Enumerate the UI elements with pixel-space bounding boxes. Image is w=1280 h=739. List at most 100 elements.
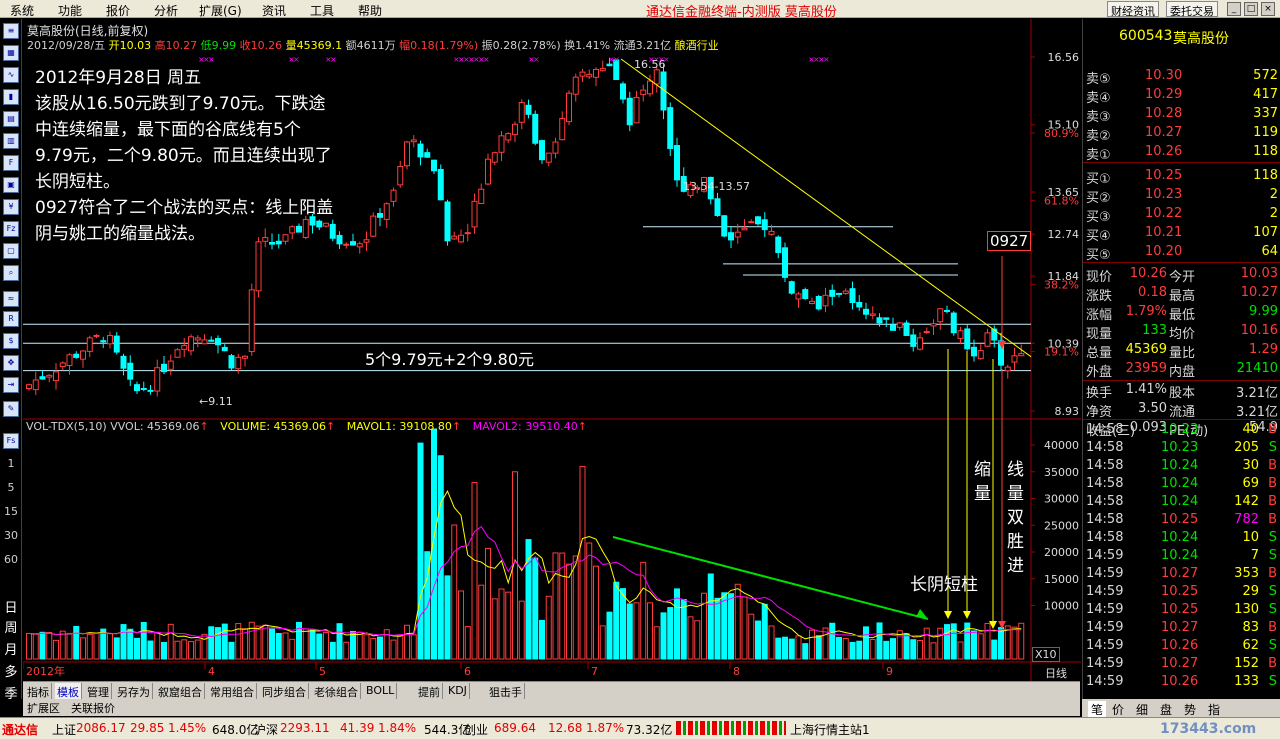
period-month[interactable]: 月: [1, 639, 21, 658]
candle-body: [120, 355, 127, 369]
finance-news-button[interactable]: 财经资讯: [1107, 1, 1159, 18]
period-quarter[interactable]: 季: [1, 683, 21, 702]
maximize-icon[interactable]: □: [1244, 2, 1258, 16]
volume-bar: [991, 639, 998, 660]
tab-7[interactable]: 老徐组合: [312, 683, 361, 699]
candle-body: [586, 73, 593, 78]
period-30min[interactable]: 30: [1, 529, 21, 542]
price-axis-label: 16.56: [1048, 51, 1080, 64]
quote-list-icon[interactable]: ≡: [3, 23, 19, 39]
trend-icon[interactable]: ∿: [3, 67, 19, 83]
wave-icon[interactable]: ≈: [3, 291, 19, 307]
period-1min[interactable]: 1: [1, 457, 21, 470]
dollar-icon[interactable]: $: [3, 333, 19, 349]
mavol1-value: MAVOL1: 39108.80: [346, 420, 452, 433]
menu-system[interactable]: 系统: [10, 2, 34, 19]
tick-direction: B: [1268, 458, 1277, 473]
fiz-icon[interactable]: Fz: [3, 221, 19, 237]
tab-10[interactable]: KDJ: [446, 683, 470, 699]
candle-body: [815, 295, 822, 310]
tab-11[interactable]: 狙击手: [487, 683, 525, 699]
fio-icon[interactable]: F: [3, 155, 19, 171]
buy-level-5[interactable]: 买⑤ 10.20 64: [1083, 243, 1280, 263]
tab-4[interactable]: 叙窟组合: [156, 683, 205, 699]
volume-bar: [59, 630, 66, 660]
candle-body: [208, 339, 215, 342]
menu-quote[interactable]: 报价: [106, 2, 130, 19]
rsi-icon[interactable]: R: [3, 311, 19, 327]
quote-tab-2[interactable]: 细: [1136, 701, 1148, 718]
sell-level-3[interactable]: 卖③ 10.28 337: [1083, 105, 1280, 125]
quote-tab-1[interactable]: 价: [1112, 701, 1124, 718]
buy-price: 10.20: [1145, 244, 1183, 259]
panel-divider: [1083, 419, 1280, 420]
tab-related-quote[interactable]: 关联报价: [71, 700, 115, 716]
volume-bar: [883, 640, 890, 660]
tab-0[interactable]: 指标: [25, 683, 52, 699]
tick-direction: B: [1268, 512, 1277, 527]
tab-3[interactable]: 另存为: [115, 683, 153, 699]
ohlc-line: 2012/09/28/五 开10.03 高10.27 低9.99 收10.26 …: [27, 37, 719, 53]
tab-9[interactable]: 提前: [416, 683, 443, 699]
menu-info[interactable]: 资讯: [262, 2, 286, 19]
finance-icon[interactable]: ¥: [3, 199, 19, 215]
candle-body: [188, 336, 194, 352]
page-icon[interactable]: ▢: [3, 243, 19, 259]
quote-tab-4[interactable]: 势: [1184, 701, 1196, 718]
period-60min[interactable]: 60: [1, 553, 21, 566]
menu-tools[interactable]: 工具: [310, 2, 334, 19]
tab-extension[interactable]: 扩展区: [27, 700, 60, 716]
sell-level-1[interactable]: 卖① 10.26 118: [1083, 143, 1280, 163]
tab-1[interactable]: 模板: [55, 683, 82, 699]
fs-icon[interactable]: Fs: [3, 433, 19, 449]
period-5min[interactable]: 5: [1, 481, 21, 494]
export-icon[interactable]: ⇥: [3, 377, 19, 393]
candle-body: [822, 294, 829, 307]
menu-extend[interactable]: 扩展(G): [199, 2, 242, 19]
table-icon[interactable]: ▥: [3, 133, 19, 149]
tab-2[interactable]: 管理: [85, 683, 112, 699]
event-marker: ×: [823, 55, 830, 64]
grid-icon[interactable]: ▦: [3, 45, 19, 61]
kline-icon[interactable]: ▮: [3, 89, 19, 105]
minimize-icon[interactable]: _: [1227, 2, 1241, 16]
buy-level-2[interactable]: 买② 10.23 2: [1083, 186, 1280, 206]
sh-index-change: 29.85: [130, 721, 165, 735]
quote-tab-5[interactable]: 指: [1208, 701, 1220, 718]
menu-help[interactable]: 帮助: [358, 2, 382, 19]
move-icon[interactable]: ✥: [3, 355, 19, 371]
panel-divider: [1083, 262, 1280, 263]
tab-8[interactable]: BOLL: [364, 683, 398, 699]
tab-6[interactable]: 同步组合: [260, 683, 309, 699]
vol-axis-label: 35000: [1044, 466, 1079, 479]
trade-button[interactable]: 委托交易: [1166, 1, 1218, 18]
buy-level-1[interactable]: 买① 10.25 118: [1083, 167, 1280, 187]
report-icon[interactable]: ▤: [3, 111, 19, 127]
pencil-icon[interactable]: ✎: [3, 401, 19, 417]
volume-bar: [923, 627, 930, 660]
menu-function[interactable]: 功能: [58, 2, 82, 19]
sell-level-5[interactable]: 卖⑤ 10.30 572: [1083, 67, 1280, 87]
high-price-label: 16.56: [634, 58, 666, 71]
period-week[interactable]: 周: [1, 617, 21, 636]
doc-icon[interactable]: ▣: [3, 177, 19, 193]
period-15min[interactable]: 15: [1, 505, 21, 518]
buy-level-4[interactable]: 买④ 10.21 107: [1083, 224, 1280, 244]
tab-5[interactable]: 常用组合: [208, 683, 257, 699]
quote-tab-0[interactable]: 笔: [1088, 701, 1107, 718]
menu-analysis[interactable]: 分析: [154, 2, 178, 19]
close-icon[interactable]: ×: [1261, 2, 1275, 16]
candle-body: [410, 139, 417, 143]
buy-level-3[interactable]: 买③ 10.22 2: [1083, 205, 1280, 225]
candle-body: [1018, 353, 1025, 357]
quote-tab-3[interactable]: 盘: [1160, 701, 1172, 718]
period-multi[interactable]: 多: [1, 661, 21, 680]
tick-price: 10.26: [1161, 674, 1199, 689]
stat-value: 133: [1142, 323, 1167, 338]
volume-bar: [174, 640, 181, 660]
search-icon[interactable]: ⌕: [3, 265, 19, 281]
sell-level-2[interactable]: 卖② 10.27 119: [1083, 124, 1280, 144]
tick-time: 14:59: [1086, 638, 1124, 653]
sell-level-4[interactable]: 卖④ 10.29 417: [1083, 86, 1280, 106]
period-day[interactable]: 日: [1, 597, 21, 616]
